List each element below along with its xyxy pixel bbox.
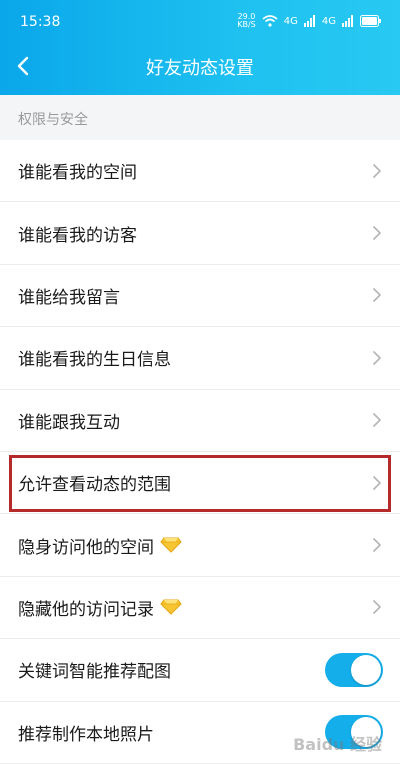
row-who-can-view-visitors[interactable]: 谁能看我的访客	[0, 202, 400, 265]
speed-unit: KB/S	[237, 20, 256, 29]
status-time: 15:38	[20, 14, 61, 30]
row-label: 推荐制作本地照片	[18, 724, 154, 745]
row-label: 谁能跟我互动	[18, 412, 120, 433]
settings-list: 谁能看我的空间 谁能看我的访客 谁能给我留言谁能看我的生日信息 谁能跟我互动允许查看动…	[0, 140, 400, 764]
chevron-right-icon	[373, 475, 381, 490]
diamond-icon	[160, 537, 182, 553]
section-title: 权限与安全	[18, 112, 88, 128]
row-label: 谁能看我的访客	[18, 225, 137, 246]
chevron-right-icon	[373, 538, 381, 552]
row-label: 隐身访问他的空间	[18, 537, 154, 558]
watermark: Baidu 经验	[293, 735, 382, 754]
wifi-icon	[262, 15, 278, 27]
chevron-right-icon	[373, 600, 381, 615]
row-label: 隐藏他的访问记录	[18, 599, 154, 620]
chevron-right-icon	[373, 350, 381, 365]
battery-icon	[360, 15, 381, 27]
row-keyword-image-recommend[interactable]: 关键词智能推荐配图	[0, 639, 400, 702]
chevron-right-icon	[373, 288, 381, 303]
chevron-right-icon	[373, 226, 381, 240]
network-speed: 29.0 KB/S	[237, 13, 256, 29]
app-header: 15:38 29.0 KB/S 4G 4G 好友动态设置	[0, 0, 400, 95]
row-invisible-visit[interactable]: 隐身访问他的空间	[0, 514, 400, 577]
row-who-can-view-birthday[interactable]: 谁能看我的生日信息	[0, 327, 400, 390]
diamond-icon	[160, 599, 182, 616]
page-title: 好友动态设置	[146, 58, 254, 79]
toggle-knob	[351, 654, 381, 685]
row-who-can-interact[interactable]: 谁能跟我互动	[0, 390, 400, 452]
title-bar: 好友动态设置	[0, 40, 400, 92]
status-bar: 15:38 29.0 KB/S 4G 4G	[0, 0, 400, 40]
signal-icon	[342, 15, 353, 27]
row-hide-visit-record[interactable]: 隐藏他的访问记录	[0, 577, 400, 640]
row-who-can-view-space[interactable]: 谁能看我的空间	[0, 140, 400, 203]
row-label: 允许查看动态的范围	[18, 475, 171, 496]
toggle-switch[interactable]	[325, 652, 383, 687]
row-label: 谁能给我留言	[18, 287, 120, 308]
signal-label-2: 4G	[321, 15, 336, 27]
chevron-right-icon	[373, 413, 381, 428]
chevron-right-icon	[373, 163, 381, 178]
row-who-can-leave-message[interactable]: 谁能给我留言	[0, 265, 400, 328]
row-allowed-feed-range[interactable]: 允许查看动态的范围	[0, 452, 400, 515]
status-icons: 29.0 KB/S 4G 4G	[237, 13, 382, 29]
signal-icon	[303, 15, 315, 27]
row-label: 谁能看我的空间	[18, 163, 137, 184]
row-label: 谁能看我的生日信息	[18, 350, 171, 371]
row-label: 关键词智能推荐配图	[18, 662, 171, 683]
signal-label-1: 4G	[283, 15, 298, 27]
